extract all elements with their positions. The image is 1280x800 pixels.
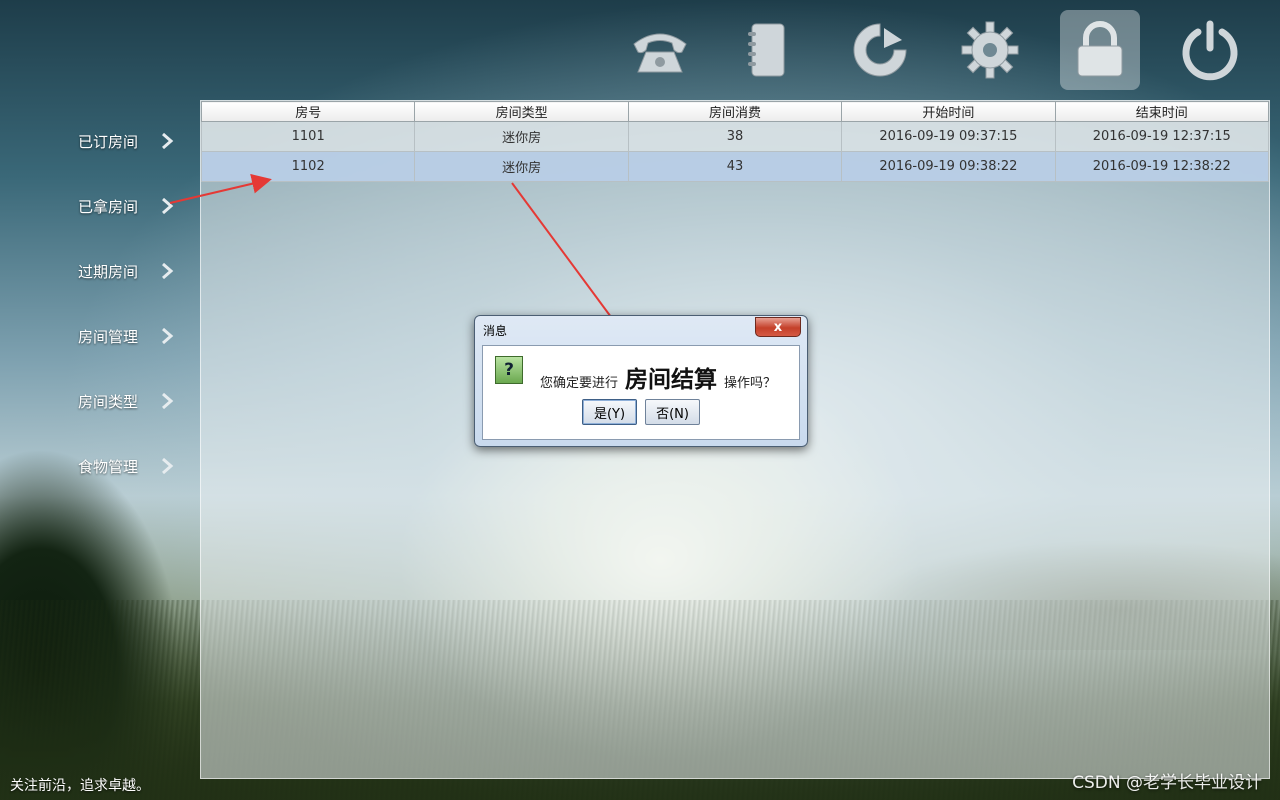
footer-slogan: 关注前沿，追求卓越。	[10, 778, 150, 794]
table-row[interactable]: 1101 迷你房 38 2016-09-19 09:37:15 2016-09-…	[200, 121, 1270, 152]
table-header-row: 房号 房间类型 房间消费 开始时间 结束时间	[200, 101, 1270, 122]
sidebar-item-checked-in-rooms[interactable]: 已拿房间	[78, 191, 178, 221]
dialog-body: ? 您确定要进行 房间结算 操作吗？ 是(Y) 否(N)	[482, 345, 800, 440]
chevron-right-icon	[162, 458, 174, 474]
chevron-right-icon	[162, 198, 174, 214]
power-icon	[1182, 20, 1238, 81]
column-header-end-time[interactable]: 结束时间	[1054, 101, 1270, 122]
lock-icon	[1077, 21, 1123, 77]
chevron-right-icon	[162, 328, 174, 344]
sidebar-item-booked-rooms[interactable]: 已订房间	[78, 126, 178, 156]
lock-button[interactable]	[1060, 10, 1140, 90]
chevron-right-icon	[162, 263, 174, 279]
yes-button[interactable]: 是(Y)	[582, 399, 637, 425]
phone-icon	[633, 33, 687, 73]
sidebar-item-room-types[interactable]: 房间类型	[78, 386, 178, 416]
close-icon: x	[773, 319, 783, 335]
table-cell-room-charge: 43	[627, 151, 843, 182]
column-header-start-time[interactable]: 开始时间	[841, 101, 1056, 122]
table-cell-room-number: 1101	[200, 121, 416, 152]
rooms-table: 房号 房间类型 房间消费 开始时间 结束时间 1101 迷你房 38 2016-…	[200, 101, 1270, 182]
dialog-message: 您确定要进行 房间结算 操作吗？	[540, 360, 776, 394]
table-cell-room-charge: 38	[627, 121, 843, 152]
watermark: CSDN @老学长毕业设计	[1072, 773, 1262, 793]
gear-icon	[961, 21, 1019, 79]
sidebar-item-label: 食物管理	[78, 457, 139, 476]
table-cell-end-time: 2016-09-19 12:38:22	[1054, 151, 1270, 182]
dialog-message-prefix: 您确定要进行	[540, 376, 619, 391]
top-toolbar	[620, 10, 1280, 90]
dialog-message-suffix: 操作吗？	[724, 376, 777, 391]
dialog-title: 消息	[483, 324, 508, 338]
settings-button[interactable]	[950, 10, 1030, 90]
sidebar-item-label: 过期房间	[78, 262, 139, 281]
column-header-room-charge[interactable]: 房间消费	[627, 101, 843, 122]
address-book-button[interactable]	[728, 10, 808, 90]
refresh-icon	[853, 23, 907, 77]
column-header-room-number[interactable]: 房号	[200, 101, 416, 122]
table-cell-room-type: 迷你房	[414, 151, 629, 182]
table-row-selected[interactable]: 1102 迷你房 43 2016-09-19 09:38:22 2016-09-…	[200, 151, 1270, 182]
column-header-room-type[interactable]: 房间类型	[414, 101, 629, 122]
no-button[interactable]: 否(N)	[645, 399, 700, 425]
dialog-close-button[interactable]: x	[755, 317, 801, 337]
table-cell-room-type: 迷你房	[414, 121, 629, 152]
question-icon: ?	[495, 356, 523, 384]
power-button[interactable]	[1170, 10, 1250, 90]
sidebar-item-label: 房间类型	[78, 392, 139, 411]
refresh-button[interactable]	[840, 10, 920, 90]
table-cell-room-number: 1102	[200, 151, 416, 182]
sidebar-item-label: 房间管理	[78, 327, 139, 346]
dialog-message-action: 房间结算	[625, 367, 718, 393]
phone-button[interactable]	[620, 10, 700, 90]
sidebar-item-food-management[interactable]: 食物管理	[78, 451, 178, 481]
sidebar-item-label: 已订房间	[78, 132, 139, 151]
table-cell-end-time: 2016-09-19 12:37:15	[1054, 121, 1270, 152]
confirm-dialog: 消息 x ? 您确定要进行 房间结算 操作吗？ 是(Y) 否(N)	[474, 315, 808, 447]
chevron-right-icon	[162, 133, 174, 149]
table-cell-start-time: 2016-09-19 09:37:15	[841, 121, 1056, 152]
sidebar-item-expired-rooms[interactable]: 过期房间	[78, 256, 178, 286]
chevron-right-icon	[162, 393, 174, 409]
address-book-icon	[748, 23, 785, 77]
table-cell-start-time: 2016-09-19 09:38:22	[841, 151, 1056, 182]
sidebar-item-room-management[interactable]: 房间管理	[78, 321, 178, 351]
sidebar-item-label: 已拿房间	[78, 197, 139, 216]
